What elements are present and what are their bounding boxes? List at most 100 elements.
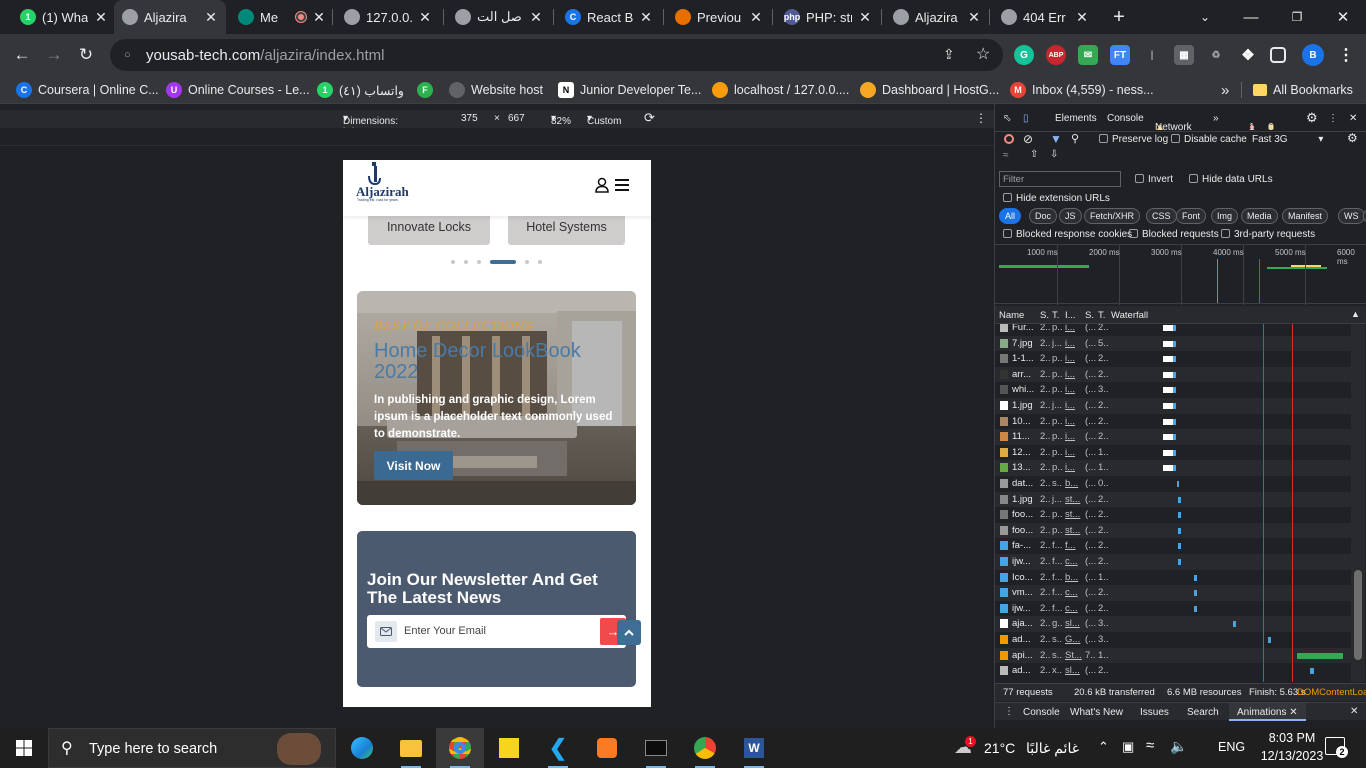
request-row[interactable]: Ico... 2.. f... b... (... 1.. xyxy=(995,569,1351,586)
close-tab-icon[interactable]: ✕ xyxy=(749,9,763,26)
site-info-icon[interactable]: ○ xyxy=(124,49,136,61)
upload-har-icon[interactable]: ⇧ xyxy=(1030,149,1038,160)
devtools-menu-icon[interactable]: ⋮ xyxy=(1328,113,1338,124)
request-row[interactable]: aja... 2.. g.. sl... (... 3.. xyxy=(995,616,1351,633)
file-explorer-icon[interactable] xyxy=(387,728,435,768)
edge-icon[interactable] xyxy=(338,728,386,768)
restore-button[interactable]: ❐ xyxy=(1274,0,1320,34)
more-bookmarks-button[interactable]: » xyxy=(1221,80,1229,100)
word-icon[interactable]: W xyxy=(730,728,778,768)
tab-console[interactable]: Console xyxy=(1107,113,1144,124)
type-filter-fetchxhr[interactable]: Fetch/XHR xyxy=(1084,208,1141,224)
chrome-icon[interactable] xyxy=(436,728,484,768)
reload-icon[interactable]: ↻ xyxy=(73,42,99,68)
close-animations-icon[interactable]: ✕ xyxy=(1289,707,1297,718)
type-filter-img[interactable]: Img xyxy=(1211,208,1239,224)
more-tabs-icon[interactable]: » xyxy=(1213,113,1219,124)
devtools-settings-icon[interactable]: ⚙ xyxy=(1306,110,1318,126)
browser-tab[interactable]: 127.0.0. ✕ xyxy=(336,0,440,34)
browser-tab[interactable]: php PHP: str ✕ xyxy=(776,0,880,34)
network-filter-input[interactable]: Filter xyxy=(999,171,1121,187)
bookmark-item[interactable]: U Online Courses - Le... xyxy=(166,80,310,100)
hamburger-menu-icon[interactable] xyxy=(615,179,629,191)
type-filter-all[interactable]: All xyxy=(999,208,1022,224)
close-tab-icon[interactable]: ✕ xyxy=(94,9,108,26)
network-throttle-select[interactable]: Fast 3G ▾ xyxy=(1252,134,1323,145)
request-row[interactable]: dat... 2.. s.. b... (... 0.. xyxy=(995,476,1351,492)
clock-date[interactable]: 12/13/2023 xyxy=(1254,749,1330,763)
xampp-icon[interactable] xyxy=(583,728,631,768)
slider-dot[interactable] xyxy=(538,260,542,264)
user-account-icon[interactable] xyxy=(595,177,609,193)
request-row[interactable]: 13... 2.. p.. i... (... 1.. xyxy=(995,460,1351,477)
windows-start-icon[interactable] xyxy=(0,728,48,768)
request-row[interactable]: fa-... 2.. f... f... (... 2.. xyxy=(995,538,1351,555)
extension-mail-icon[interactable]: ✉ xyxy=(1078,45,1098,65)
close-tab-icon[interactable]: ✕ xyxy=(1075,9,1089,26)
third-party-checkbox[interactable]: 3rd-party requests xyxy=(1221,229,1315,240)
column-header[interactable]: Waterfall xyxy=(1111,310,1148,321)
clock-time[interactable]: 8:03 PM xyxy=(1262,731,1322,745)
disable-cache-checkbox[interactable]: Disable cache xyxy=(1171,134,1247,145)
device-width-input[interactable]: 375 xyxy=(461,113,478,124)
column-header[interactable]: T. xyxy=(1098,310,1105,321)
close-tab-icon[interactable]: ✕ xyxy=(639,9,653,26)
chrome-menu-icon[interactable]: ⋮ xyxy=(1336,45,1356,65)
clear-icon[interactable]: ⊘ xyxy=(1023,132,1033,146)
drawer-tab-animations[interactable]: Animations ✕ xyxy=(1229,703,1306,721)
extension-recycle-icon[interactable]: ♻ xyxy=(1206,45,1226,65)
extension-ft-icon[interactable]: FT xyxy=(1110,45,1130,65)
weather-widget[interactable]: ☁ 1 21°C غائم غالبًا xyxy=(952,728,1082,768)
sort-ascending-icon[interactable]: ▲ xyxy=(1351,309,1360,319)
type-filter-ws[interactable]: WS xyxy=(1338,208,1365,224)
request-row[interactable]: api... 2.. s.. St... 7.. 1.. xyxy=(995,647,1351,664)
request-row[interactable]: foo... 2.. p.. st... (... 2.. xyxy=(995,522,1351,539)
download-har-icon[interactable]: ⇩ xyxy=(1050,149,1058,160)
drawer-tab-issues[interactable]: Issues xyxy=(1140,707,1169,718)
volume-icon[interactable]: 🔈 xyxy=(1170,738,1187,755)
address-bar[interactable]: ○ yousab-tech.com/aljazira/index.html ⇪ … xyxy=(110,39,1003,71)
tab-elements[interactable]: Elements xyxy=(1055,113,1097,124)
close-tab-icon[interactable]: ✕ xyxy=(858,9,872,26)
drawer-tab-search[interactable]: Search xyxy=(1187,707,1219,718)
back-arrow-icon[interactable]: ← xyxy=(9,42,35,68)
request-row[interactable]: Fur... 2.. p.. i... (... 2.. xyxy=(995,324,1351,336)
request-row[interactable]: 10... 2.. p.. i... (... 2.. xyxy=(995,413,1351,430)
back-to-top-button[interactable] xyxy=(617,620,641,645)
device-height-input[interactable]: 667 xyxy=(508,113,525,124)
blocked-cookies-checkbox[interactable]: Blocked response cookies xyxy=(1003,229,1132,240)
close-tab-icon[interactable]: ✕ xyxy=(418,9,432,26)
request-row[interactable]: ijw... 2.. f... c... (... 2.. xyxy=(995,600,1351,617)
browser-tab[interactable]: اصل الت ✕ xyxy=(447,0,551,34)
taskbar-search-box[interactable]: ⚲ Type here to search xyxy=(48,728,336,768)
type-filter-manifest[interactable]: Manifest xyxy=(1282,208,1329,224)
rotate-icon[interactable]: ⟳ xyxy=(644,110,655,126)
bookmark-item[interactable]: Dashboard | HostG... xyxy=(860,80,999,100)
new-tab-button[interactable]: + xyxy=(1108,6,1130,28)
request-row[interactable]: 12... 2.. p.. i... (... 1.. xyxy=(995,444,1351,461)
request-row[interactable]: ijw... 2.. f... c... (... 2.. xyxy=(995,554,1351,570)
network-settings-icon[interactable]: ⚙ xyxy=(1347,131,1358,145)
tray-chevron-icon[interactable]: ⌃ xyxy=(1098,739,1109,755)
browser-tab[interactable]: 404 Err ✕ xyxy=(993,0,1097,34)
slider-dot[interactable] xyxy=(464,260,468,264)
request-row[interactable]: 1-1... 2.. p.. i... (... 2.. xyxy=(995,351,1351,368)
browser-tab[interactable]: Aljazira ✕ xyxy=(114,0,226,34)
side-panel-icon[interactable] xyxy=(1270,47,1286,63)
column-header[interactable]: S. xyxy=(1040,310,1049,321)
bookmark-star-icon[interactable]: ☆ xyxy=(976,44,990,64)
column-header[interactable]: S. xyxy=(1085,310,1094,321)
drawer-tab-console[interactable]: Console xyxy=(1023,707,1060,718)
slider-dot[interactable] xyxy=(451,260,455,264)
type-filter-font[interactable]: Font xyxy=(1176,208,1207,224)
slider-dot[interactable] xyxy=(477,260,481,264)
invert-checkbox[interactable]: Invert xyxy=(1135,174,1173,185)
minimize-button[interactable]: — xyxy=(1228,0,1274,34)
tab-search-chevron-icon[interactable]: ⌄ xyxy=(1182,0,1228,34)
terminal-icon[interactable] xyxy=(632,728,680,768)
drawer-tab-whats-new[interactable]: What's New xyxy=(1070,707,1123,718)
bookmark-item[interactable]: M Inbox (4,559) - ness... xyxy=(1010,80,1154,100)
preserve-log-checkbox[interactable]: Preserve log xyxy=(1099,134,1168,145)
request-row[interactable]: foo... 2.. p.. st... (... 2.. xyxy=(995,507,1351,524)
request-row[interactable]: 7.jpg 2.. j... i... (... 5.. xyxy=(995,335,1351,352)
